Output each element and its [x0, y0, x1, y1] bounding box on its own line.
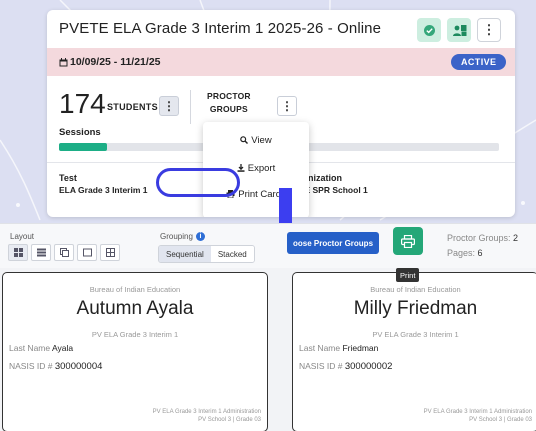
kebab-icon: ⋮ [482, 22, 496, 37]
card-school-grade: PV School 3 | Grade 03 [198, 417, 261, 423]
card-nasis-value: 300000002 [344, 361, 393, 372]
check-badge-icon [423, 24, 435, 36]
proctor-groups-count-value: 2 [513, 233, 519, 243]
card-nasis-label: NASIS ID # [9, 361, 53, 371]
grouping-sequential-button[interactable]: Sequential [159, 246, 211, 262]
print-toolbar: Layout Grouping i Sequential Stacked oos… [0, 224, 536, 268]
test-card: Bureau of Indian Education Milly Friedma… [292, 272, 536, 431]
proctor-groups-label-line2: GROUPS [209, 104, 248, 114]
card-last-name-label: Last Name [9, 343, 51, 353]
students-label: STUDENTS [107, 102, 158, 112]
test-card: Bureau of Indian Education Autumn Ayala … [2, 272, 268, 431]
pages-count-value: 6 [477, 248, 483, 258]
card-nasis-label: NASIS ID # [299, 361, 343, 371]
sessions-label: Sessions [59, 127, 101, 138]
kebab-icon: ⋮ [281, 99, 293, 113]
card-last-name-value: Ayala [52, 343, 74, 353]
status-badge: ACTIVE [451, 54, 507, 70]
card-bureau: Bureau of Indian Education [370, 285, 461, 294]
card-test-name: PV ELA Grade 3 Interim 1 [372, 330, 459, 339]
session-card: PVETE ELA Grade 3 Interim 1 2025-26 - On… [47, 10, 515, 217]
grouping-label: Grouping i [160, 232, 205, 241]
calendar-icon [59, 57, 68, 66]
layout-table-button[interactable] [100, 244, 120, 261]
layout-label: Layout [10, 232, 35, 241]
search-icon [240, 136, 249, 144]
divider [190, 90, 191, 124]
test-label: Test [59, 173, 77, 183]
list-icon [36, 248, 46, 257]
card-bureau: Bureau of Indian Education [89, 285, 181, 294]
card-administration: PV ELA Grade 3 Interim 1 Administration [423, 409, 532, 415]
info-icon[interactable]: i [195, 232, 205, 241]
copy-icon [59, 248, 69, 257]
card-nasis-id: NASIS ID # 300000004 [9, 361, 102, 372]
session-title: PVETE ELA Grade 3 Interim 1 2025-26 - On… [59, 20, 382, 37]
menu-item-view[interactable]: View [203, 130, 309, 150]
print-button[interactable] [393, 227, 423, 255]
card-administration: PV ELA Grade 3 Interim 1 Administration [152, 409, 261, 415]
layout-list-button[interactable] [31, 244, 51, 261]
more-options-button[interactable]: ⋮ [477, 18, 501, 42]
download-icon [237, 164, 245, 172]
menu-item-label: Export [247, 162, 276, 174]
card-nasis-value: 300000004 [54, 361, 103, 372]
users-button[interactable] [447, 18, 471, 42]
grid-icon [13, 248, 23, 257]
status-check-button[interactable] [417, 18, 441, 42]
test-value: ELA Grade 3 Interim 1 [59, 185, 148, 195]
layout-options [8, 244, 120, 261]
grouping-stacked-button[interactable]: Stacked [210, 246, 254, 262]
date-range-text: 10/09/25 - 11/21/25 [70, 56, 161, 68]
card-last-name: Last Name Ayala [9, 343, 73, 353]
card-test-name: PV ELA Grade 3 Interim 1 [91, 330, 179, 339]
proctor-groups-label: PROCTOR GROUPS [207, 90, 251, 116]
card-last-name-value: Friedman [342, 343, 379, 353]
students-menu-button[interactable]: ⋮ [159, 96, 179, 116]
proctor-groups-label-line1: PROCTOR [207, 91, 251, 101]
grouping-toggle: Sequential Stacked [158, 245, 255, 263]
pages-count: Pages: 6 [447, 248, 483, 258]
choose-proctor-groups-button[interactable]: oose Proctor Groups [287, 232, 380, 254]
users-icon [452, 24, 466, 36]
sessions-progress-fill [59, 143, 108, 151]
proctor-groups-count: Proctor Groups: 2 [447, 233, 518, 243]
card-last-name: Last Name Friedman [299, 343, 378, 353]
square-icon [82, 248, 92, 257]
date-range: 10/09/25 - 11/21/25 [59, 56, 161, 68]
card-student-name: Autumn Ayala [76, 298, 194, 319]
pages-count-label: Pages: [447, 248, 476, 258]
student-count: 174 [59, 88, 106, 119]
card-last-name-label: Last Name [299, 343, 341, 353]
layout-single-button[interactable] [77, 244, 97, 261]
menu-item-label: View [251, 134, 272, 146]
printer-icon [401, 234, 415, 248]
layout-grid-button[interactable] [8, 244, 28, 261]
layout-cards-button[interactable] [54, 244, 74, 261]
card-school-grade: PV School 3 | Grade 03 [469, 417, 532, 423]
card-student-name: Milly Friedman [353, 298, 478, 319]
proctor-groups-count-label: Proctor Groups: [447, 233, 511, 243]
proctor-groups-menu-button[interactable]: ⋮ [277, 96, 297, 116]
print-cards-panel: Layout Grouping i Sequential Stacked oos… [0, 223, 536, 431]
kebab-icon: ⋮ [163, 99, 175, 113]
grouping-label-text: Grouping [160, 232, 193, 241]
date-band: 10/09/25 - 11/21/25 ACTIVE [47, 48, 515, 76]
card-nasis-id: NASIS ID # 300000002 [299, 361, 392, 372]
print-cards-highlight [156, 168, 240, 197]
print-tooltip: Print [396, 268, 420, 282]
table-icon [105, 248, 115, 257]
